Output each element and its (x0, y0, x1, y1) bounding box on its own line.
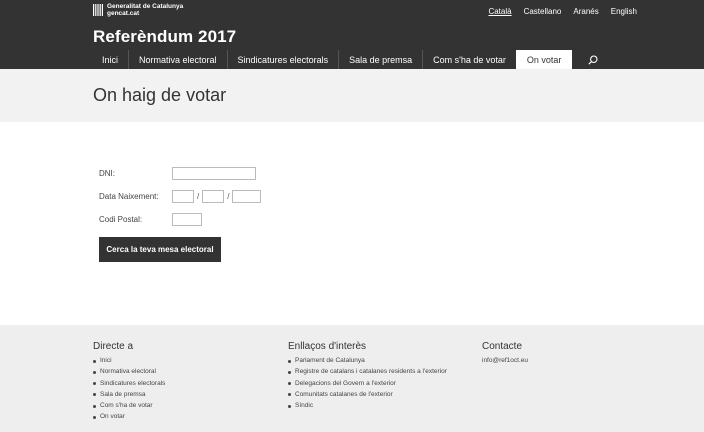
lang-catala[interactable]: Català (488, 7, 511, 16)
footer-link-comunitats[interactable]: Comunitats catalanes de l'exterior (288, 389, 447, 400)
footer-link-registre[interactable]: Registre de catalans i catalanes residen… (288, 366, 447, 377)
footer-contact-email[interactable]: info@ref1oct.eu (482, 355, 528, 366)
search-icon (588, 54, 598, 65)
birth-year-input[interactable] (232, 190, 262, 203)
footer-link-sindic[interactable]: Síndic (288, 400, 447, 411)
date-separator: / (197, 192, 200, 201)
birthdate-label: Data Naixement: (99, 192, 159, 201)
footer-link-inici[interactable]: Inici (93, 355, 165, 366)
footer-interest-title: Enllaços d'interès (288, 341, 367, 352)
language-selector: Català Castellano Aranés English (488, 7, 637, 16)
footer-link-sindicatures[interactable]: Sindicatures electorals (93, 378, 165, 389)
birth-month-input[interactable] (202, 190, 225, 203)
footer-link-delegacions[interactable]: Delegacions del Govern a l'exterior (288, 378, 447, 389)
footer-link-on-votar[interactable]: On votar (93, 411, 165, 422)
lang-aranes[interactable]: Aranés (573, 7, 598, 16)
site-title[interactable]: Referèndum 2017 (93, 27, 236, 47)
footer-link-sala-premsa[interactable]: Sala de premsa (93, 389, 165, 400)
generalitat-logo[interactable]: Generalitat de Catalunya gencat.cat (93, 3, 183, 17)
postcode-label: Codi Postal: (99, 215, 143, 224)
postcode-input[interactable] (172, 213, 202, 226)
generalitat-logo-icon (93, 4, 103, 16)
footer-link-parlament[interactable]: Parlament de Catalunya (288, 355, 447, 366)
nav-item-inici[interactable]: Inici (93, 50, 130, 69)
footer-interest-links: Enllaços d'interès Parlament de Cataluny… (288, 341, 447, 411)
nav-item-sala-de-premsa[interactable]: Sala de premsa (339, 50, 424, 69)
search-button[interactable] (572, 50, 610, 69)
birth-day-input[interactable] (172, 190, 194, 203)
lang-castellano[interactable]: Castellano (524, 7, 562, 16)
site-footer: Directe a Inici Normativa electoral Sind… (0, 325, 704, 432)
page-title-band: On haig de votar (0, 69, 704, 122)
nav-item-com-votar[interactable]: Com s'ha de votar (423, 50, 516, 69)
gencat-domain: gencat.cat (107, 10, 140, 17)
dni-label: DNI: (99, 169, 115, 178)
footer-link-normativa[interactable]: Normativa electoral (93, 366, 165, 377)
footer-direct-links: Directe a Inici Normativa electoral Sind… (93, 341, 165, 423)
main-nav: Inici Normativa electoral Sindicatures e… (93, 50, 610, 69)
generalitat-name: Generalitat de Catalunya (107, 3, 184, 10)
nav-item-on-votar[interactable]: On votar (515, 50, 573, 69)
generalitat-logo-text: Generalitat de Catalunya gencat.cat (107, 3, 183, 17)
date-separator: / (227, 192, 230, 201)
dni-row: DNI: (99, 167, 256, 180)
search-polling-station-button[interactable]: Cerca la teva mesa electoral (99, 237, 221, 262)
nav-item-sindicatures-electorals[interactable]: Sindicatures electorals (228, 50, 340, 69)
footer-contact: Contacte info@ref1oct.eu (482, 341, 528, 366)
footer-direct-title: Directe a (93, 341, 134, 352)
site-header: Generalitat de Catalunya gencat.cat Cata… (0, 0, 704, 69)
footer-contact-title: Contacte (482, 341, 523, 352)
footer-link-com-votar[interactable]: Com s'ha de votar (93, 400, 165, 411)
page-title: On haig de votar (93, 85, 227, 105)
lang-english[interactable]: English (611, 7, 637, 16)
postcode-row: Codi Postal: (99, 213, 202, 226)
dni-input[interactable] (172, 167, 256, 180)
nav-item-normativa-electoral[interactable]: Normativa electoral (129, 50, 228, 69)
birthdate-row: Data Naixement: / / (99, 190, 262, 203)
